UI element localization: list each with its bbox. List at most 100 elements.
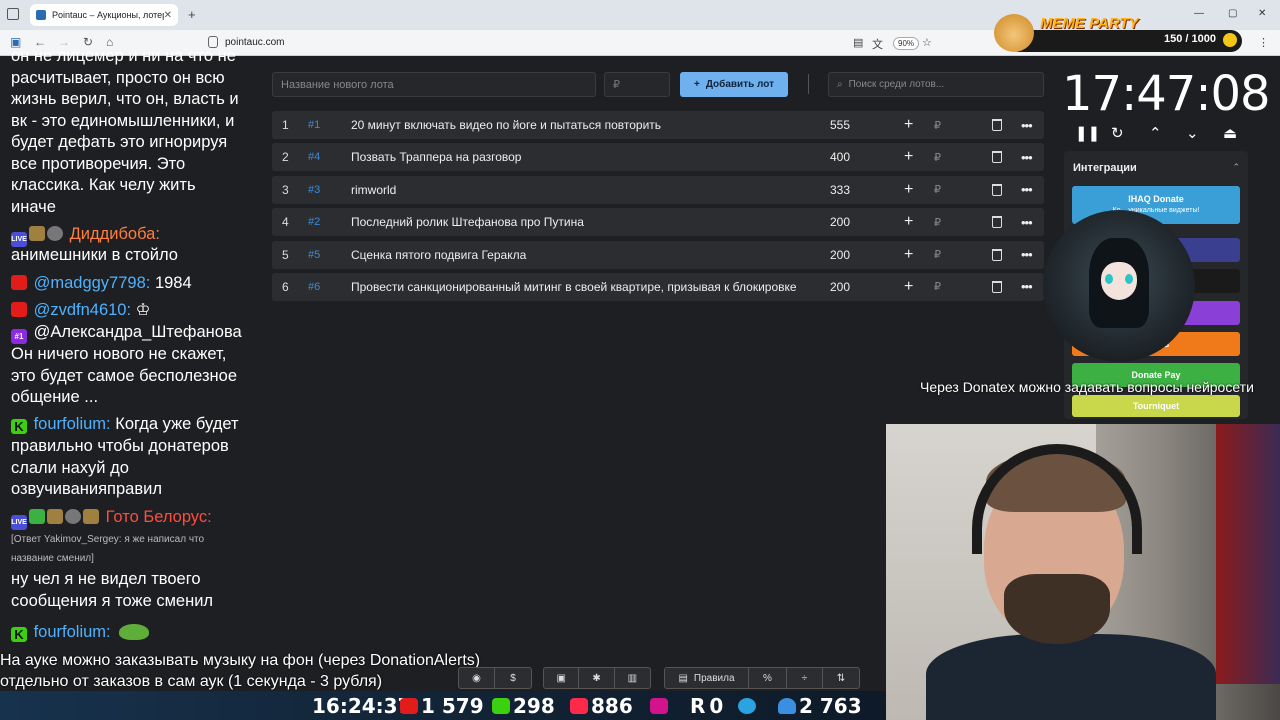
screen: Pointauc – Аукционы, лотереи ✕ + — ▢ ✕ ▣… (0, 0, 1280, 720)
live-icon (570, 698, 588, 714)
lot-name[interactable]: 20 минут включать видео по йоге и пытать… (351, 118, 801, 132)
lot-id[interactable]: #5 (308, 249, 320, 261)
add-amount-icon[interactable]: + (904, 181, 913, 199)
search-placeholder: Поиск среди лотов... (848, 79, 945, 90)
clear-list-icon[interactable]: ▥ (615, 668, 650, 688)
lot-name[interactable]: Позвать Траппера на разговор (351, 150, 801, 164)
delete-icon[interactable] (992, 183, 1002, 196)
delete-icon[interactable] (992, 216, 1002, 229)
add-amount-icon[interactable]: + (904, 116, 913, 134)
close-window-button[interactable]: ✕ (1258, 8, 1266, 19)
donate-dollar-icon[interactable]: $ (495, 668, 531, 688)
lot-amount[interactable]: 200 (830, 248, 850, 262)
chevron-up-icon[interactable]: ⌃ (1149, 124, 1162, 142)
more-options-icon[interactable]: ••• (1021, 118, 1033, 133)
new-lot-input[interactable]: Название нового лота (272, 72, 596, 97)
zoom-level[interactable]: 90% (893, 37, 920, 50)
lot-name[interactable]: rimworld (351, 183, 801, 197)
add-amount-icon[interactable]: + (904, 213, 913, 231)
chat-reply: название сменил] (11, 553, 94, 564)
lot-id[interactable]: #4 (308, 151, 320, 163)
add-amount-icon[interactable]: + (904, 148, 913, 166)
lot-row: 3 #3 rimworld 333 + ₽ ••• (272, 175, 1044, 204)
add-lot-button[interactable]: + Добавить лот (680, 72, 788, 97)
bottom-toolbar-left: ◉ $ (458, 667, 532, 689)
chat-overlay: он не лицемер и ни на что не расчитывает… (0, 46, 268, 666)
new-tab-button[interactable]: + (188, 7, 196, 22)
more-options-icon[interactable]: ••• (1021, 182, 1033, 197)
lot-id[interactable]: #6 (308, 281, 320, 293)
delete-icon[interactable] (992, 119, 1002, 131)
browser-tab[interactable]: Pointauc – Аукционы, лотереи ✕ (30, 4, 178, 26)
lot-row: 5 #5 Сценка пятого подвига Геракла 200 +… (272, 240, 1044, 269)
tab-list-icon[interactable] (7, 8, 19, 20)
lot-amount[interactable]: 333 (830, 183, 850, 197)
lot-id[interactable]: #3 (308, 184, 320, 196)
collapse-icon[interactable]: ⌃ (1232, 162, 1240, 173)
add-amount-icon[interactable]: + (904, 246, 913, 264)
bug-icon[interactable]: ✱ (579, 668, 615, 688)
lot-id[interactable]: #2 (308, 216, 320, 228)
double-up-icon[interactable]: ⏏ (1223, 124, 1237, 142)
pause-icon[interactable]: ❚❚ (1075, 124, 1100, 142)
tab-close-icon[interactable]: ✕ (164, 10, 172, 21)
chat-line: будет дефать это игнорируя (11, 133, 228, 151)
meme-party-widget: MEME PARTY 150 / 1000 (994, 14, 1246, 54)
currency-icon[interactable]: ₽ (934, 280, 941, 293)
lot-amount[interactable]: 555 (830, 118, 850, 132)
bottom-toolbar-mid: ▣ ✱ ▥ (543, 667, 651, 689)
youtube-viewers: 1 579 (400, 694, 484, 718)
chat-text: озвучиванияправил (11, 480, 162, 498)
reset-icon[interactable]: ↻ (1111, 124, 1124, 142)
youtube-badge-icon (11, 302, 27, 317)
rules-icon: ▤ (678, 672, 688, 684)
more-options-icon[interactable]: ••• (1021, 247, 1033, 262)
currency-icon[interactable]: ₽ (934, 183, 941, 196)
kick-icon (492, 698, 510, 714)
webcam-person-beard (1004, 574, 1110, 644)
pepe-emote-icon (119, 624, 150, 640)
sort-icon[interactable]: ⇅ (823, 668, 859, 688)
add-amount-icon[interactable]: + (904, 278, 913, 296)
translate-icon[interactable]: 文 (872, 36, 883, 52)
chat-message: LIVE Гото Белорус: (11, 507, 212, 530)
delete-icon[interactable] (992, 280, 1002, 293)
delete-icon[interactable] (992, 248, 1002, 261)
currency-icon[interactable]: ₽ (934, 119, 941, 132)
currency-icon[interactable]: ₽ (934, 216, 941, 229)
chat-username: fourfolium: (33, 415, 111, 433)
chat-username: @zvdfn4610: (33, 301, 132, 319)
delete-icon[interactable] (992, 151, 1002, 164)
more-options-icon[interactable]: ••• (1021, 215, 1033, 230)
lot-amount[interactable]: 200 (830, 215, 850, 229)
lot-amount[interactable]: 200 (830, 280, 850, 294)
meme-party-title: MEME PARTY (1040, 15, 1139, 32)
browser-menu-icon[interactable]: ⋮ (1258, 36, 1269, 49)
save-icon[interactable]: ▣ (544, 668, 580, 688)
webcam-flag (1216, 424, 1280, 684)
bookmark-star-icon[interactable]: ☆ (922, 36, 932, 49)
currency-icon[interactable]: ₽ (934, 248, 941, 261)
github-icon[interactable]: ◉ (459, 668, 495, 688)
split-icon[interactable]: ÷ (787, 668, 823, 688)
youtube-badge-icon (11, 275, 27, 290)
tourniquet-button[interactable]: Tourniquet (1072, 395, 1240, 417)
chat-line: вк - это единомышленники, и (11, 112, 235, 130)
price-input[interactable]: ₽ (604, 72, 670, 97)
lot-name[interactable]: Сценка пятого подвига Геракла (351, 248, 801, 262)
chat-text: правильно чтобы донатеров (11, 437, 229, 455)
more-options-icon[interactable]: ••• (1021, 279, 1033, 294)
chevron-down-icon[interactable]: ⌄ (1186, 124, 1199, 142)
lot-amount[interactable]: 400 (830, 150, 850, 164)
reader-view-icon[interactable]: ▤ (853, 36, 863, 49)
lot-name[interactable]: Провести санкционированный митинг в свое… (351, 280, 801, 294)
rules-button[interactable]: ▤ Правила (665, 668, 749, 688)
vklive-viewers: 886 (570, 694, 633, 718)
currency-icon[interactable]: ₽ (934, 151, 941, 164)
telegram-link (738, 694, 759, 718)
lot-id[interactable]: #1 (308, 119, 320, 131)
lot-name[interactable]: Последний ролик Штефанова про Путина (351, 215, 801, 229)
percent-button[interactable]: % (749, 668, 787, 688)
lot-search-input[interactable]: ⌕ Поиск среди лотов... (828, 72, 1044, 97)
more-options-icon[interactable]: ••• (1021, 150, 1033, 165)
